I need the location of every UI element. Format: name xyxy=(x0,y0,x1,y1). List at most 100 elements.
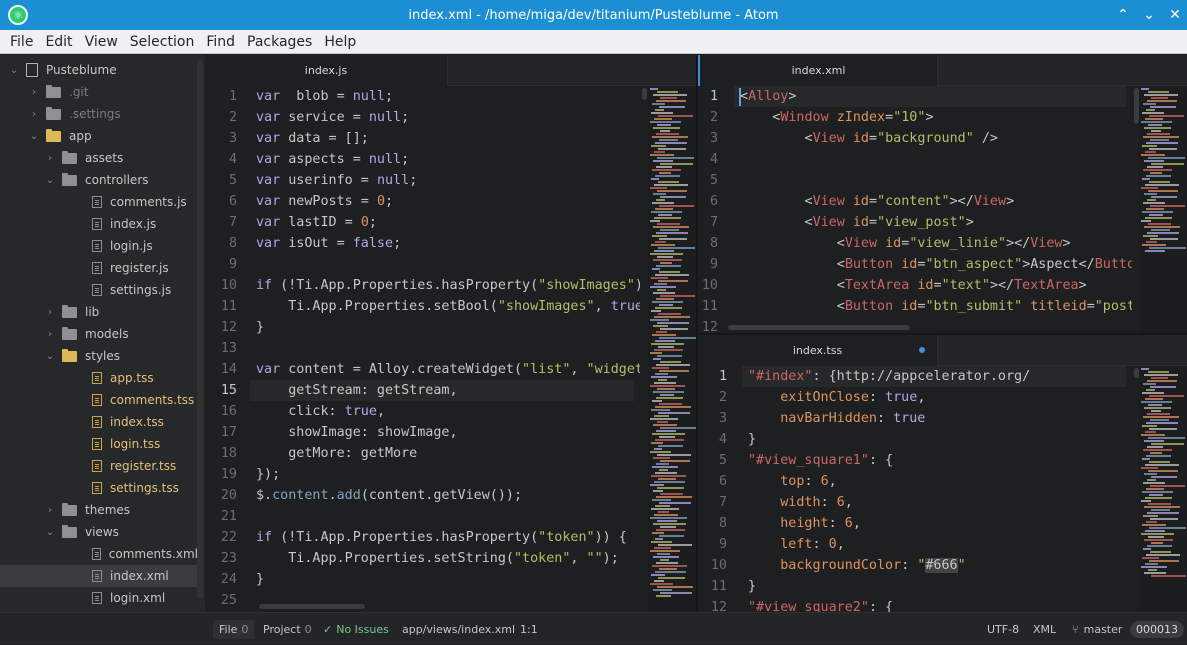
code-line: } xyxy=(748,579,757,594)
chevron-down-icon: ⌄ xyxy=(45,350,55,362)
tree-item[interactable]: › assets xyxy=(0,147,198,169)
minimap[interactable] xyxy=(1139,366,1187,612)
maximize-icon[interactable]: ⌄ xyxy=(1143,7,1155,23)
window-title: index.xml - /home/miga/dev/titanium/Pust… xyxy=(408,7,779,23)
folder-icon xyxy=(62,304,77,318)
status-issues[interactable]: ✓ No Issues xyxy=(323,613,389,645)
modified-dot-icon[interactable] xyxy=(919,347,925,353)
line-number: 5 xyxy=(709,173,718,188)
tree-item[interactable]: › lib xyxy=(0,301,198,323)
horizontal-scrollbar[interactable] xyxy=(728,325,910,330)
tree-item-label: register.tss xyxy=(110,459,177,473)
tree-item-label: comments.xml xyxy=(108,547,198,561)
tree-item[interactable]: › .git xyxy=(0,81,198,103)
vertical-scrollbar[interactable] xyxy=(642,88,647,100)
code-line: getStream: getStream, xyxy=(256,383,458,398)
code-line: if (!Ti.App.Properties.hasProperty("toke… xyxy=(256,530,627,545)
chevron-down-icon: ⌄ xyxy=(9,64,19,76)
status-file-tab[interactable]: File 0 xyxy=(213,613,255,645)
menu-file[interactable]: File xyxy=(0,34,39,50)
line-number: 12 xyxy=(220,320,237,335)
vertical-scrollbar[interactable] xyxy=(1134,88,1139,124)
code-editor[interactable]: 1 var blob = null; 2 var service = null; 3 va… xyxy=(205,86,696,612)
file-icon xyxy=(92,240,102,252)
vertical-scrollbar[interactable] xyxy=(1134,368,1139,378)
status-encoding[interactable]: UTF-8 xyxy=(987,613,1019,645)
tree-root[interactable]: ⌄ Pusteblume xyxy=(0,59,198,81)
tree-item[interactable]: ⌄ app xyxy=(0,125,198,147)
tree-item-label: comments.tss xyxy=(110,393,195,407)
menu-packages[interactable]: Packages xyxy=(241,34,318,50)
line-number: 10 xyxy=(220,278,237,293)
tree-item[interactable]: login.js xyxy=(0,235,198,257)
minimap[interactable] xyxy=(648,86,696,612)
folder-icon xyxy=(62,348,77,362)
tree-item[interactable]: register.js xyxy=(0,257,198,279)
tab-index-tss[interactable]: index.tss xyxy=(698,335,938,366)
tree-item[interactable]: index.xml xyxy=(0,565,198,587)
line-number: 1 xyxy=(709,89,718,104)
minimap[interactable] xyxy=(1139,86,1187,333)
minimize-icon[interactable]: ⌃ xyxy=(1117,7,1129,23)
tree-item[interactable]: comments.tss xyxy=(0,389,198,411)
tree-item[interactable]: ⌄ views xyxy=(0,521,198,543)
status-file-path[interactable]: app/views/index.xml xyxy=(402,613,515,645)
tree-item[interactable]: › themes xyxy=(0,499,198,521)
code-line: } xyxy=(256,572,265,587)
check-icon: ✓ xyxy=(323,622,333,636)
tree-item[interactable]: register.tss xyxy=(0,455,198,477)
tree-scrollbar[interactable] xyxy=(197,59,203,599)
menu-help[interactable]: Help xyxy=(318,34,362,50)
line-number: 12 xyxy=(701,320,718,333)
tree-item[interactable]: settings.tss xyxy=(0,477,198,499)
menu-view[interactable]: View xyxy=(79,34,124,50)
status-commit[interactable]: 000013 xyxy=(1130,613,1184,645)
atom-app-icon: ⚛ xyxy=(8,5,28,25)
status-grammar[interactable]: XML xyxy=(1033,613,1056,645)
tree-item[interactable]: comments.xml xyxy=(0,543,198,565)
tree-item[interactable]: app.tss xyxy=(0,367,198,389)
close-icon[interactable]: ✕ xyxy=(1169,7,1181,23)
menu-selection[interactable]: Selection xyxy=(124,34,201,50)
tree-item[interactable]: login.tss xyxy=(0,433,198,455)
code-line: width: 6, xyxy=(780,495,853,510)
tree-item[interactable]: ⌄ controllers xyxy=(0,169,198,191)
file-icon xyxy=(92,394,102,406)
code-editor[interactable]: 1 <Alloy> 2 <Window zIndex="10"> 3 <View id… xyxy=(698,86,1187,333)
tab-index-js[interactable]: index.js xyxy=(205,55,448,86)
tree-item[interactable]: settings.js xyxy=(0,279,198,301)
tree-item[interactable]: comments.js xyxy=(0,191,198,213)
menu-find[interactable]: Find xyxy=(200,34,241,50)
tree-item[interactable]: › models xyxy=(0,323,198,345)
code-line: var blob = null; xyxy=(256,89,394,104)
tree-item[interactable]: index.js xyxy=(0,213,198,235)
tree-item-label: .settings xyxy=(69,107,121,121)
horizontal-scrollbar[interactable] xyxy=(259,604,365,609)
tree-item[interactable]: login.xml xyxy=(0,587,198,609)
menu-edit[interactable]: Edit xyxy=(39,34,78,50)
tree-item-label: settings.js xyxy=(110,283,172,297)
tree-item[interactable]: › .settings xyxy=(0,103,198,125)
line-number: 20 xyxy=(220,488,237,503)
folder-icon xyxy=(62,524,77,538)
line-number: 23 xyxy=(220,551,237,566)
tree-item-label: views xyxy=(85,525,119,539)
code-line: } xyxy=(256,320,265,335)
chevron-right-icon: › xyxy=(48,504,52,516)
tree-item-label: app xyxy=(69,129,92,143)
status-branch[interactable]: ⑂ master xyxy=(1072,613,1122,645)
code-line: navBarHidden: true xyxy=(780,411,926,426)
code-editor[interactable]: 1 "#index": {http://appcelerator.org/2 ex… xyxy=(698,366,1187,612)
window-controls: ⌃ ⌄ ✕ xyxy=(1117,0,1181,30)
code-line: var newPosts = 0; xyxy=(256,194,394,209)
tree-item[interactable]: ⌄ styles xyxy=(0,345,198,367)
status-cursor-position[interactable]: 1:1 xyxy=(520,613,538,645)
tab-index-xml[interactable]: index.xml xyxy=(698,55,938,86)
tab-bar: index.js xyxy=(205,55,696,86)
tree-item[interactable]: index.tss xyxy=(0,411,198,433)
code-line: Ti.App.Properties.setString("token", "")… xyxy=(256,551,619,566)
line-number: 17 xyxy=(220,425,237,440)
status-project-tab[interactable]: Project 0 xyxy=(257,613,318,645)
